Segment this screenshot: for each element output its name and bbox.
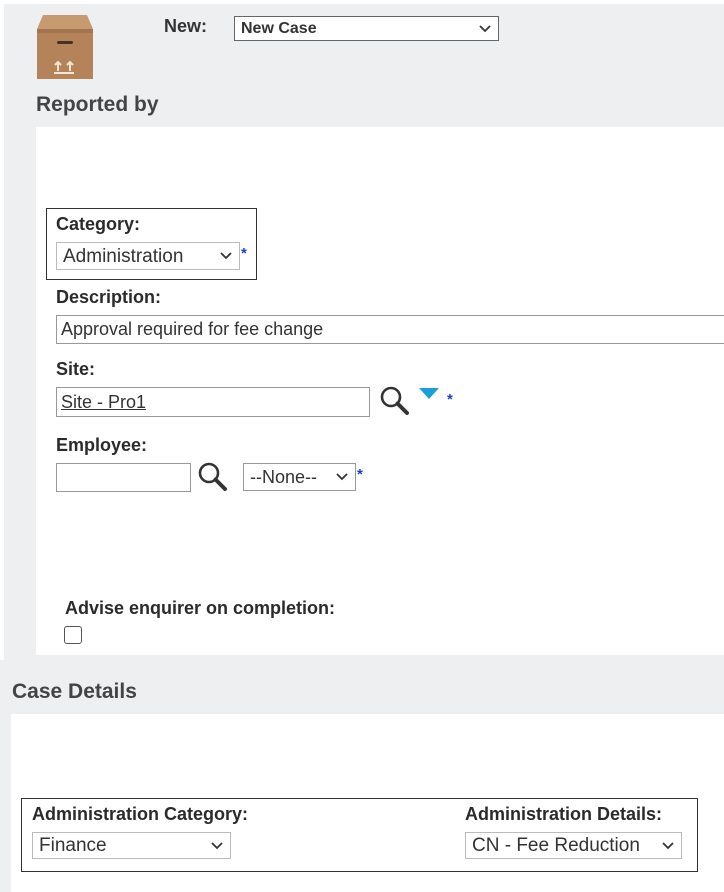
description-label: Description: bbox=[56, 287, 162, 307]
admin-category-label: Administration Category: bbox=[32, 804, 249, 824]
employee-type-value: --None-- bbox=[250, 467, 318, 487]
site-label: Site: bbox=[56, 359, 96, 379]
new-select[interactable]: New Case bbox=[234, 16, 499, 41]
search-icon[interactable] bbox=[196, 461, 228, 493]
employee-type-select[interactable]: --None-- bbox=[243, 463, 356, 491]
admin-details-value: CN - Fee Reduction bbox=[472, 835, 640, 856]
category-select-value: Administration bbox=[63, 245, 184, 267]
description-input[interactable]: Approval required for fee change bbox=[56, 315, 724, 344]
admin-category-value: Finance bbox=[39, 835, 107, 856]
admin-details-select[interactable]: CN - Fee Reduction bbox=[465, 832, 682, 859]
case-details-title: Case Details bbox=[12, 680, 137, 703]
admin-details-label: Administration Details: bbox=[465, 804, 663, 824]
site-link[interactable]: Site - Pro1 bbox=[61, 392, 146, 413]
employee-input[interactable] bbox=[56, 463, 191, 492]
search-icon[interactable] bbox=[378, 385, 410, 417]
site-input[interactable]: Site - Pro1 bbox=[56, 387, 370, 417]
description-value: Approval required for fee change bbox=[61, 319, 324, 339]
required-marker: * bbox=[447, 391, 453, 408]
chevron-down-icon bbox=[662, 841, 674, 849]
left-border bbox=[0, 0, 4, 660]
advise-checkbox[interactable] bbox=[64, 626, 82, 644]
new-label: New: bbox=[164, 16, 208, 36]
category-label: Category: bbox=[56, 214, 141, 234]
admin-category-select[interactable]: Finance bbox=[32, 832, 231, 859]
new-select-value: New Case bbox=[241, 19, 317, 37]
advise-label: Advise enquirer on completion: bbox=[65, 598, 336, 618]
required-marker: * bbox=[357, 466, 363, 483]
top-border bbox=[0, 0, 724, 4]
employee-label: Employee: bbox=[56, 435, 148, 455]
triangle-down-icon[interactable] bbox=[419, 388, 439, 400]
chevron-down-icon bbox=[211, 841, 223, 849]
required-marker: * bbox=[241, 245, 247, 262]
category-select[interactable]: Administration bbox=[56, 242, 240, 270]
box-icon bbox=[37, 15, 93, 79]
chevron-down-icon bbox=[220, 252, 232, 260]
reported-by-title: Reported by bbox=[36, 93, 159, 116]
chevron-down-icon bbox=[479, 24, 491, 32]
chevron-down-icon bbox=[336, 473, 348, 481]
